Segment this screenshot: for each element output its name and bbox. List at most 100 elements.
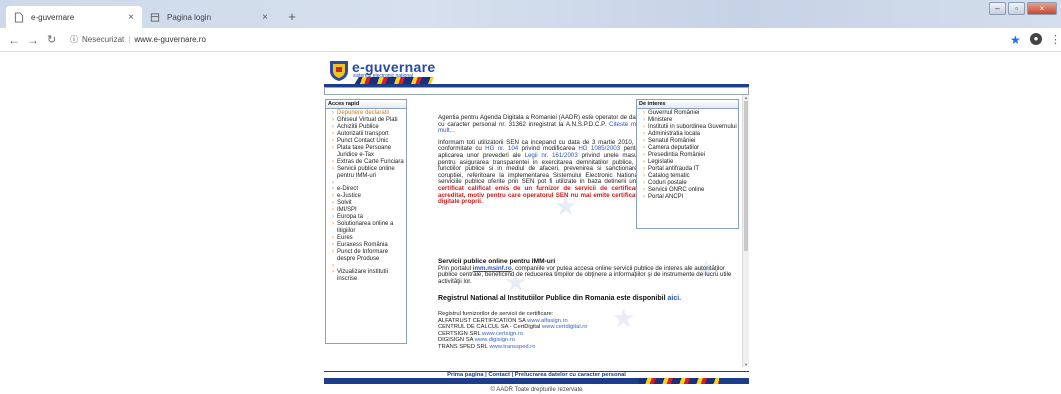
list-item[interactable]: Achizitii Publice [332, 124, 406, 131]
close-tab-icon[interactable]: × [262, 12, 268, 23]
list-item: CERTSIGN SRL www.certsign.ro [438, 331, 742, 338]
list-item[interactable]: Depunere declaratii [332, 110, 406, 117]
list-item[interactable]: Institutii in subordinea Guvernului [643, 124, 738, 131]
list-item[interactable]: Punct de Informare despre Produse [332, 249, 406, 263]
new-tab-button[interactable]: + [284, 9, 300, 25]
provider-link[interactable]: www.certdigital.ro [542, 324, 587, 330]
list-item[interactable]: Solvit [332, 200, 406, 207]
list-item[interactable]: Senatul României [643, 138, 738, 145]
scroll-down-icon[interactable]: ▼ [743, 362, 749, 367]
menu-icon[interactable]: ⋮ [1050, 32, 1061, 48]
list-item[interactable]: Punct Contact Unic [332, 138, 406, 145]
close-tab-icon[interactable]: × [128, 12, 134, 23]
site-footer: Prima pagina | Contact | Prelucrarea dat… [324, 371, 749, 384]
list-item[interactable]: Eures [332, 235, 406, 242]
list-item[interactable]: Autorizatii transport [332, 131, 406, 138]
list-item[interactable]: Servicii publice online pentru IMM-uri [332, 166, 406, 180]
registry-link[interactable]: aici. [667, 295, 681, 302]
website: e-guvernare sistemul electronic national… [324, 53, 749, 394]
page-icon [14, 11, 24, 23]
scrollbar[interactable]: ▲ ▼ [742, 95, 749, 367]
provider-name: ALFATRUST CERTIFICATION SA [438, 317, 526, 324]
scroll-thumb[interactable] [744, 101, 748, 251]
list-item[interactable]: IMI/SPI [332, 207, 406, 214]
list-item[interactable]: e-Direct [332, 186, 406, 193]
list-item[interactable]: Extras de Carte Funciara [332, 159, 406, 166]
section-body: Prin portalul imm.msinf.ro, companiile v… [438, 265, 742, 286]
of-interest-panel: De interes Guvernul României Ministere I… [636, 99, 739, 229]
list-item[interactable]: Portal antifrauda IT [643, 166, 738, 173]
imm-section: Servicii publice online pentru IMM-uri P… [438, 258, 742, 286]
main-content: ★ ★ ★ ★ Acces rapid Depunere declaratii … [324, 95, 749, 367]
list-item[interactable]: Administratia locala [643, 131, 738, 138]
site-header: e-guvernare sistemul electronic national [324, 53, 749, 85]
certificate-warning: certificat calificat emis de un furnizor… [438, 184, 641, 206]
info-icon[interactable]: ⓘ [70, 32, 78, 48]
forward-icon[interactable]: → [27, 32, 39, 48]
provider-link[interactable]: www.transsped.ro [489, 344, 535, 350]
list-item[interactable]: Servicii ONRC online [643, 187, 738, 194]
providers-title: Registrul furnizorilor de servicii de ce… [438, 311, 554, 317]
provider-link[interactable]: www.alfasign.ro [527, 318, 568, 324]
list-item: CENTRUL DE CALCUL SA - CertDigital www.c… [438, 324, 742, 331]
address-bar[interactable]: ⓘ Nesecurizat | www.e-guvernare.ro [70, 32, 206, 48]
list-item[interactable]: Guvernul României [643, 110, 738, 117]
close-window-button[interactable]: × [1027, 2, 1057, 15]
account-icon[interactable]: ● [1030, 33, 1042, 45]
window-controls: – ▫ × [989, 2, 1057, 15]
browser-chrome: e-guvernare × Pagina login × + – ▫ × ← →… [0, 0, 1061, 52]
back-icon[interactable]: ← [8, 32, 20, 48]
provider-name: CENTRUL DE CALCUL SA - CertDigital [438, 324, 541, 331]
providers-list: Registrul furnizorilor de servicii de ce… [438, 311, 742, 351]
list-item[interactable]: Solutionarea online a litigiilor [332, 221, 406, 235]
list-item[interactable]: Catalog tematic [643, 173, 738, 180]
panel-title: De interes [637, 100, 738, 109]
list-item[interactable]: Legislatie [643, 159, 738, 166]
tab-bar: e-guvernare × Pagina login × + – ▫ × [0, 0, 1061, 28]
list-item[interactable]: Europa ta [332, 214, 406, 221]
registry-notice: Registrul National al Institutiilor Publ… [438, 295, 742, 302]
coat-of-arms-icon [330, 61, 348, 81]
toolbar: ← → ↻ ⓘ Nesecurizat | www.e-guvernare.ro… [0, 28, 1061, 52]
list-item[interactable]: Euraxess România [332, 242, 406, 249]
minimize-button[interactable]: – [989, 2, 1006, 15]
list-item[interactable]: Ghiseul Virtual de Plati [332, 117, 406, 124]
list-item: TRANS SPED SRL www.transsped.ro [438, 344, 742, 351]
list-item[interactable]: Vizualizare institutii inscrise [332, 269, 406, 283]
copyright: © AADR Toate drepturile rezervate [490, 387, 583, 393]
reload-icon[interactable]: ↻ [47, 32, 56, 48]
panel-title: Acces rapid [326, 100, 406, 109]
list-item[interactable]: Portal ANCPI [643, 194, 738, 201]
paragraph: Informam toti utilizatorii SEN ca incepa… [438, 139, 641, 206]
tab-e-guvernare[interactable]: e-guvernare × [6, 6, 142, 28]
list-item[interactable]: Plata taxe Persoane Juridice e-Tax [332, 145, 406, 159]
provider-link[interactable]: www.digisign.ro [475, 337, 515, 343]
flag-stripe [639, 378, 719, 384]
list-item[interactable]: e-Justice [332, 193, 406, 200]
bookmark-star-icon[interactable]: ★ [1010, 32, 1021, 48]
url-text: www.e-guvernare.ro [134, 35, 206, 44]
separator: | [128, 35, 131, 44]
paragraph: Agentia pentru Agenda Digitala a Romanie… [438, 114, 641, 135]
of-interest-list: Guvernul României Ministere Institutii i… [637, 109, 738, 203]
tab-pagina-login[interactable]: Pagina login × [142, 6, 276, 28]
list-item: DIGISIGN SA www.digisign.ro [438, 337, 742, 344]
list-item[interactable]: Coduri postale [643, 180, 738, 187]
intro-text: Agentia pentru Agenda Digitala a Romanie… [438, 114, 641, 211]
list-item[interactable]: Presedintia României [643, 152, 738, 159]
header-strip [324, 87, 749, 95]
list-item[interactable]: Camera deputatilor [643, 145, 738, 152]
tab-title: e-guvernare [31, 12, 75, 22]
provider-name: DIGISIGN SA [438, 337, 474, 344]
quick-access-panel: Acces rapid Depunere declaratii Ghiseul … [325, 99, 407, 344]
list-item[interactable]: Ministere [643, 117, 738, 124]
maximize-button[interactable]: ▫ [1008, 2, 1025, 15]
security-label: Nesecurizat [82, 35, 125, 44]
page-icon [150, 12, 160, 22]
quick-access-list: Depunere declaratii Ghiseul Virtual de P… [326, 109, 406, 285]
scroll-up-icon[interactable]: ▲ [743, 95, 749, 100]
provider-name: CERTSIGN SRL [438, 330, 481, 337]
text: Registrul National al Institutiilor Publ… [438, 295, 666, 302]
provider-link[interactable]: www.certsign.ro [482, 331, 523, 337]
tab-title: Pagina login [167, 12, 212, 22]
